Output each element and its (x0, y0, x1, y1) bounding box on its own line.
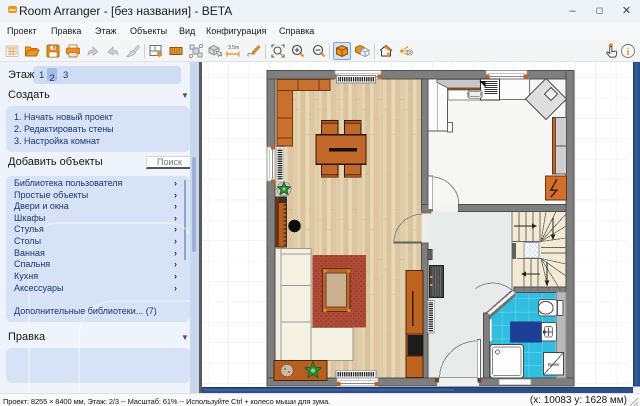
svg-text:i: i (627, 47, 630, 58)
svg-text:3.5m: 3.5m (228, 45, 239, 51)
svg-text:Boiler: Boiler (548, 362, 560, 367)
